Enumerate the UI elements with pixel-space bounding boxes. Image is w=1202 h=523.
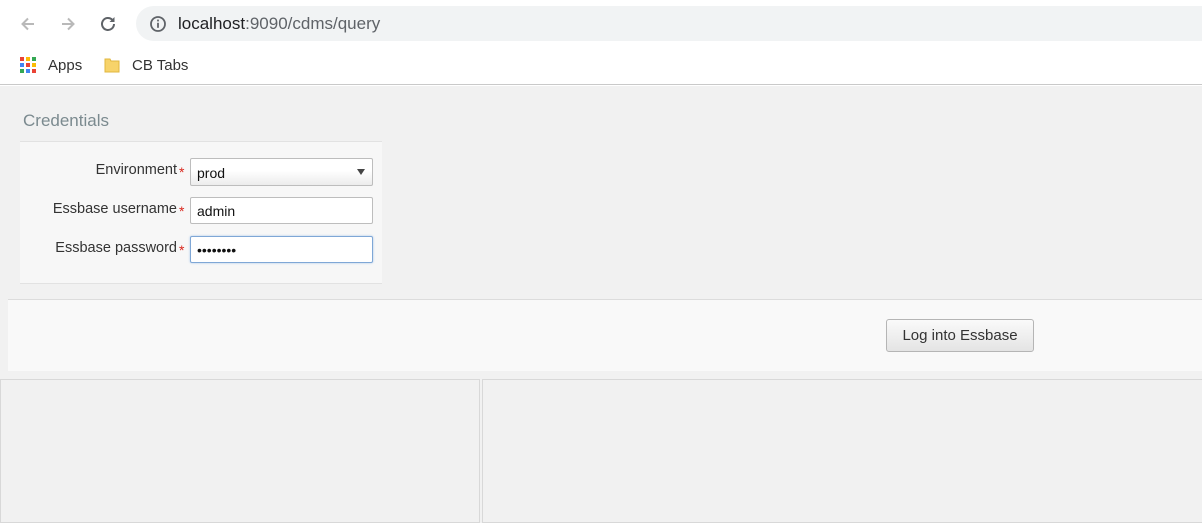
folder-icon	[104, 58, 120, 73]
username-label: Essbase username	[52, 201, 177, 217]
url-path: :9090/cdms/query	[245, 14, 381, 33]
action-bar: Log into Essbase	[8, 299, 1202, 371]
back-button[interactable]	[16, 12, 40, 36]
url-text[interactable]: localhost:9090/cdms/query	[178, 14, 380, 34]
environment-required-marker: *	[179, 164, 185, 180]
bookmark-apps-label: Apps	[48, 56, 83, 74]
environment-select-value: prod	[197, 165, 226, 181]
address-bar[interactable]: localhost:9090/cdms/query	[136, 6, 1202, 41]
password-input[interactable]	[190, 236, 373, 263]
reload-icon	[101, 17, 115, 31]
username-required-marker: *	[179, 203, 185, 219]
username-input[interactable]	[190, 197, 373, 224]
credentials-form: Environment * prod Essbase username * Es…	[20, 141, 382, 284]
bookmark-cb-tabs[interactable]: CB Tabs	[103, 54, 188, 76]
left-results-pane	[0, 379, 480, 523]
forward-button[interactable]	[56, 12, 80, 36]
chevron-down-icon	[357, 169, 365, 175]
right-results-pane	[482, 379, 1202, 523]
arrow-right-icon	[62, 17, 75, 31]
password-label: Essbase password	[55, 240, 177, 256]
bookmarks-bar: Apps CB Tabs	[0, 46, 1202, 85]
environment-select[interactable]: prod	[190, 158, 373, 186]
url-host: localhost	[178, 14, 246, 33]
reload-button[interactable]	[96, 12, 120, 36]
arrow-left-icon	[21, 17, 34, 31]
password-required-marker: *	[179, 242, 185, 258]
credentials-title: Credentials	[23, 111, 109, 130]
apps-grid-icon	[20, 57, 36, 73]
page-content: Credentials Environment * prod Essbase u…	[0, 86, 1202, 523]
info-icon[interactable]	[149, 15, 167, 33]
login-button[interactable]: Log into Essbase	[886, 319, 1034, 352]
browser-toolbar: localhost:9090/cdms/query	[0, 0, 1202, 46]
environment-label: Environment	[95, 162, 177, 178]
bookmark-apps[interactable]: Apps	[19, 54, 82, 76]
bookmark-cb-tabs-label: CB Tabs	[132, 56, 189, 74]
